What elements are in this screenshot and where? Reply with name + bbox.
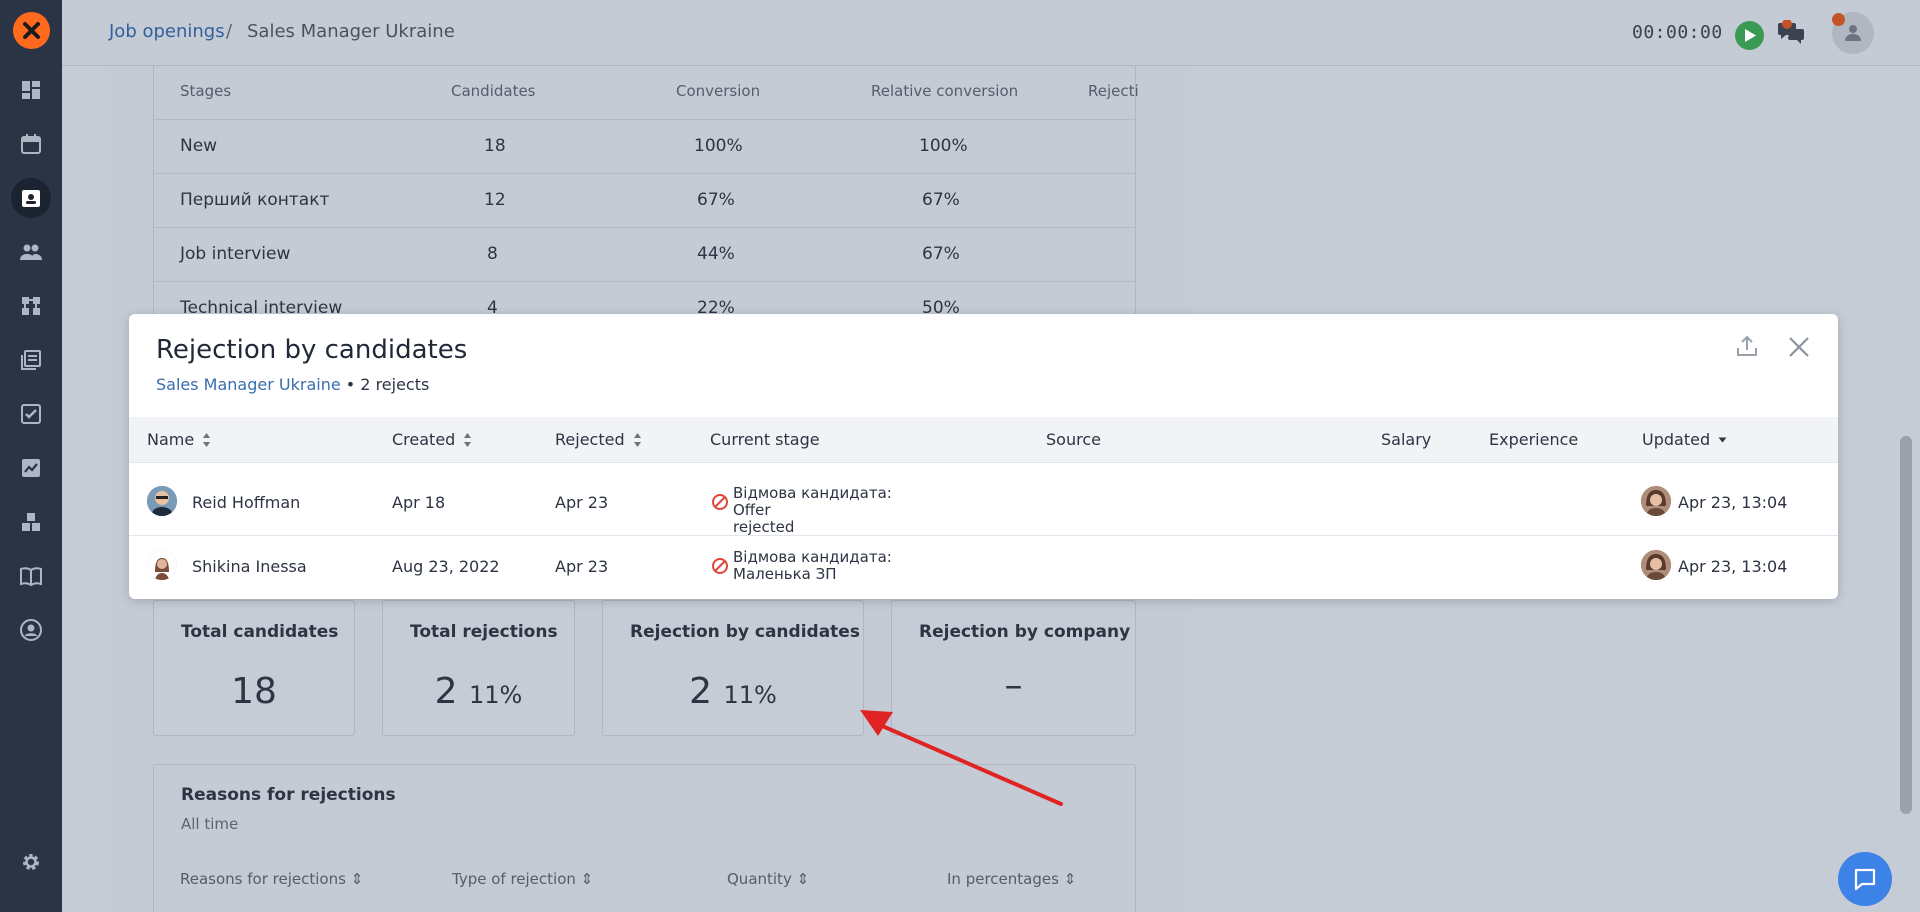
current-stage-column-header: Current stage: [710, 430, 820, 449]
export-icon[interactable]: [1735, 334, 1759, 358]
column-label: Experience: [1489, 430, 1579, 449]
column-label: Updated: [1642, 430, 1711, 449]
updated-column-header[interactable]: Updated: [1642, 430, 1727, 449]
column-label: Rejected: [555, 430, 625, 449]
modal-title: Rejection by candidates: [156, 335, 468, 365]
column-label: Created: [392, 430, 456, 449]
updated-by-avatar[interactable]: [1641, 550, 1671, 580]
source-column-header: Source: [1046, 430, 1101, 449]
current-stage-value: Відмова кандидата: Offer rejected: [733, 485, 933, 536]
created-date: Apr 18: [392, 493, 446, 512]
vacancy-link[interactable]: Sales Manager Ukraine: [156, 375, 341, 394]
stage-line: Маленька ЗП: [733, 565, 837, 583]
updated-date: Apr 23, 13:04: [1678, 557, 1788, 576]
stage-line: rejected: [733, 518, 795, 536]
rejected-status-icon: [712, 558, 728, 574]
salary-column-header: Salary: [1381, 430, 1431, 449]
rejected-column-header[interactable]: Rejected: [555, 430, 642, 449]
modal-subtitle: Sales Manager Ukraine • 2 rejects: [156, 375, 429, 394]
sort-icon: [464, 432, 472, 447]
updated-by-avatar[interactable]: [1641, 486, 1671, 516]
column-label: Salary: [1381, 430, 1432, 449]
current-stage-value: Відмова кандидата: Маленька ЗП: [733, 549, 933, 583]
candidate-name-link[interactable]: Reid Hoffman: [192, 493, 300, 512]
modal-table-header: [129, 417, 1838, 463]
rejected-status-icon: [712, 494, 728, 510]
candidate-avatar[interactable]: [147, 550, 177, 580]
help-chat-button[interactable]: [1838, 852, 1892, 906]
chat-icon: [1854, 868, 1876, 891]
candidate-name-link[interactable]: Shikina Inessa: [192, 557, 307, 576]
rejection-by-candidates-modal: Rejection by candidates Sales Manager Uk…: [129, 314, 1838, 599]
created-column-header[interactable]: Created: [392, 430, 472, 449]
sort-icon: [633, 432, 641, 447]
created-date: Aug 23, 2022: [392, 557, 500, 576]
name-column-header[interactable]: Name: [147, 430, 211, 449]
column-label: Name: [147, 430, 195, 449]
reject-count: • 2 rejects: [345, 375, 430, 394]
updated-date: Apr 23, 13:04: [1678, 493, 1788, 512]
sort-desc-icon: [1718, 437, 1727, 442]
stage-line: Відмова кандидата:: [733, 548, 892, 566]
rejected-date: Apr 23: [555, 557, 609, 576]
candidate-avatar[interactable]: [147, 486, 177, 516]
rejected-date: Apr 23: [555, 493, 609, 512]
close-icon[interactable]: [1788, 336, 1810, 358]
sort-icon: [203, 432, 211, 447]
row-divider: [129, 535, 1838, 536]
experience-column-header: Experience: [1489, 430, 1578, 449]
column-label: Source: [1046, 430, 1101, 449]
stage-line: Відмова кандидата: Offer: [733, 484, 892, 519]
column-label: Current stage: [710, 430, 820, 449]
